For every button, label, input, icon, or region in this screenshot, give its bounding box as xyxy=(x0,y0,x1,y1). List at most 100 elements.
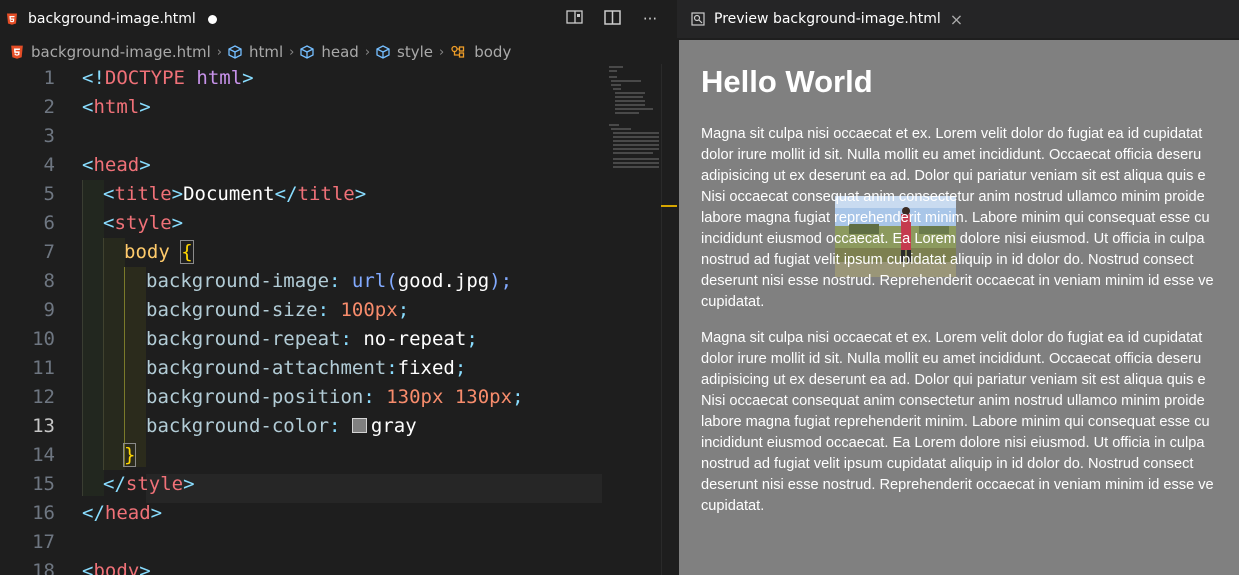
breadcrumb-html-label: html xyxy=(249,43,284,61)
chevron-right-icon: › xyxy=(216,44,222,60)
paragraph-line: Nisi occaecat consequat anim consectetur… xyxy=(701,393,1205,409)
chevron-right-icon: › xyxy=(364,44,371,60)
paragraph-line: adipisicing ut ex deserunt ea ad. Dolor … xyxy=(701,372,1206,388)
line-number: 12 xyxy=(32,386,55,408)
code-line: 5 <title>Document</title> xyxy=(0,180,601,209)
editor-tab-bar: background-image.html ··· xyxy=(0,0,677,38)
line-source: <head> xyxy=(82,154,151,176)
line-number: 17 xyxy=(32,531,55,553)
more-actions-icon[interactable]: ··· xyxy=(641,10,659,28)
breadcrumb: background-image.html › html › head › st… xyxy=(0,38,677,66)
cube-icon xyxy=(376,45,390,59)
css-rule-icon xyxy=(451,45,465,58)
editor-tab[interactable]: background-image.html xyxy=(0,0,224,38)
vertical-scrollbar[interactable] xyxy=(661,64,677,575)
line-number: 9 xyxy=(43,299,55,321)
preview-pane: Preview background-image.html × Hello Wo… xyxy=(677,0,1239,575)
line-source: background-attachment:fixed; xyxy=(146,357,467,379)
line-number: 13 xyxy=(32,415,55,437)
open-preview-icon[interactable] xyxy=(565,9,583,29)
html5-icon xyxy=(7,13,17,25)
line-number: 3 xyxy=(43,125,55,147)
breadcrumb-file[interactable]: background-image.html xyxy=(10,43,211,61)
code-line: 13 background-color: gray xyxy=(0,412,601,441)
paragraph-line: deserunt nisi esse nostrud. Reprehenderi… xyxy=(701,477,1214,493)
chevron-right-icon: › xyxy=(439,44,445,60)
code-line: 9 background-size: 100px; xyxy=(0,296,601,325)
line-source: <html> xyxy=(82,96,151,118)
line-number: 8 xyxy=(43,270,55,292)
split-editor-icon[interactable] xyxy=(603,9,621,29)
line-source: } xyxy=(122,443,137,467)
code-line: 10 background-repeat: no-repeat; xyxy=(0,325,601,354)
line-number: 5 xyxy=(43,183,55,205)
preview-icon xyxy=(691,12,705,26)
color-swatch-icon[interactable] xyxy=(351,418,367,433)
html5-icon xyxy=(11,45,23,59)
line-source: <!DOCTYPE html> xyxy=(82,67,254,89)
close-icon[interactable]: × xyxy=(950,10,963,29)
line-number: 11 xyxy=(32,357,55,379)
breadcrumb-style[interactable]: style xyxy=(376,43,433,61)
code-line: 17 xyxy=(0,528,601,557)
code-line: 2 <html> xyxy=(0,93,601,122)
line-source: background-repeat: no-repeat; xyxy=(146,328,478,350)
code-line: 6 <style> xyxy=(0,209,601,238)
line-number: 2 xyxy=(43,96,55,118)
code-line: 16 </head> xyxy=(0,499,601,528)
code-line: 3 xyxy=(0,122,601,151)
editor-actions: ··· xyxy=(565,0,659,38)
paragraph-line: dolor irure mollit id sit. Nulla mollit … xyxy=(701,351,1202,367)
preview-paragraph: Magna sit culpa nisi occaecat et ex. Lor… xyxy=(701,328,1239,517)
code-line: 14} xyxy=(0,441,601,470)
code-line: 4 <head> xyxy=(0,151,601,180)
line-source: </head> xyxy=(82,502,163,524)
chevron-right-icon: › xyxy=(289,44,295,60)
code-line: 1 <!DOCTYPE html> xyxy=(0,64,601,93)
paragraph-line: cupidatat. xyxy=(701,498,765,514)
line-source: <style> xyxy=(103,212,184,234)
line-source: <title>Document</title> xyxy=(103,183,367,205)
scroll-position-marker xyxy=(661,205,677,207)
editor-tab-label: background-image.html xyxy=(28,11,196,27)
code-line: 18 <body> xyxy=(0,557,601,575)
paragraph-line: cupidatat. xyxy=(701,294,765,310)
line-source: </style> xyxy=(103,473,195,495)
line-number: 1 xyxy=(43,67,55,89)
unsaved-indicator-icon[interactable] xyxy=(207,14,217,24)
paragraph-line: nostrud ad fugiat velit ipsum cupidatat … xyxy=(701,456,1194,472)
breadcrumb-style-label: style xyxy=(397,43,434,61)
code-area[interactable]: 1 <!DOCTYPE html> 2 <html> 3 4 <head> 5 <tit… xyxy=(0,64,602,575)
preview-page: Hello World Magna sit culpa nisi occaeca… xyxy=(679,40,1239,575)
cube-icon xyxy=(300,45,315,59)
preview-paragraph: Magna sit culpa nisi occaecat et ex. Lor… xyxy=(701,124,1239,313)
paragraph-line: nostrud ad fugiat velit ipsum cupidatat … xyxy=(701,252,1194,268)
preview-tab[interactable]: Preview background-image.html × xyxy=(677,0,1239,38)
breadcrumb-head-label: head xyxy=(321,43,359,61)
preview-heading: Hello World xyxy=(701,64,873,99)
code-line: 15 </style> xyxy=(0,470,601,499)
line-number: 14 xyxy=(32,444,55,466)
breadcrumb-body[interactable]: body xyxy=(450,43,511,61)
paragraph-line: Magna sit culpa nisi occaecat et ex. Lor… xyxy=(701,126,1203,142)
line-source: body { xyxy=(124,240,194,264)
breadcrumb-head[interactable]: head xyxy=(300,43,359,61)
line-number: 15 xyxy=(32,473,55,495)
line-source: background-color: gray xyxy=(146,415,417,437)
breadcrumb-html[interactable]: html xyxy=(228,43,283,61)
code-editor[interactable]: background-image.html ··· background-ima… xyxy=(0,0,677,575)
line-number: 10 xyxy=(32,328,55,350)
code-line: 7 body { xyxy=(0,238,601,267)
paragraph-line: incididunt eiusmod occaecat. Ea Lorem do… xyxy=(701,231,1205,247)
line-number: 18 xyxy=(32,560,55,575)
paragraph-line: labore magna fugiat reprehenderit minim.… xyxy=(701,414,1210,430)
minimap[interactable] xyxy=(601,64,661,214)
paragraph-line: deserunt nisi esse nostrud. Reprehenderi… xyxy=(701,273,1214,289)
line-source: background-position: 130px 130px; xyxy=(146,386,524,408)
cube-icon xyxy=(228,45,242,59)
line-number: 6 xyxy=(43,212,55,234)
breadcrumb-body-label: body xyxy=(474,43,512,61)
paragraph-line: Magna sit culpa nisi occaecat et ex. Lor… xyxy=(701,330,1203,346)
paragraph-line: labore magna fugiat reprehenderit minim.… xyxy=(701,210,1210,226)
line-source: background-size: 100px; xyxy=(146,299,410,321)
